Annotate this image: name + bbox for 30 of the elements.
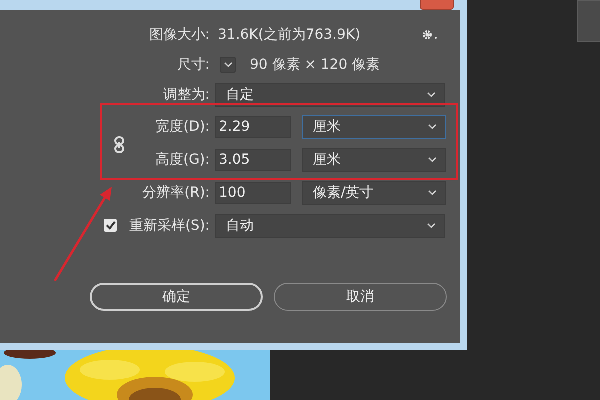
field-label: 高度(G): (154, 150, 210, 168)
input-field[interactable]: 3.05 (215, 148, 291, 170)
resample-label: 重新采样(S): (129, 216, 210, 234)
image-size-label: 图像大小: (148, 26, 210, 44)
dimensions-label: 尺寸: (176, 56, 210, 74)
link-icon (114, 136, 125, 154)
field-label: 宽度(D): (154, 118, 210, 136)
unit-dropdown[interactable]: 厘米 (302, 148, 446, 172)
input-field[interactable]: 2.29 (215, 116, 291, 138)
chevron-icon (428, 156, 437, 162)
chevron-icon (224, 62, 232, 68)
chevron-icon (427, 222, 436, 228)
dimensions-value: 90 像素 × 120 像素 (250, 56, 380, 74)
fit-to-dropdown[interactable]: 自定 (215, 83, 445, 107)
chevron-icon (427, 92, 436, 98)
resample-dropdown[interactable]: 自动 (215, 214, 445, 238)
cancel-button[interactable]: 取消 (274, 283, 447, 311)
unit-dropdown[interactable]: 厘米 (302, 114, 446, 138)
checkbox[interactable] (104, 219, 117, 232)
ok-button[interactable]: 确定 (90, 283, 263, 311)
image-size-value: 31.6K(之前为763.9K) (218, 26, 361, 44)
input-field[interactable]: 100 (215, 182, 291, 204)
chevron-icon (428, 190, 437, 196)
field-label: 分辨率(R): (142, 184, 210, 202)
side-panel (577, 0, 600, 42)
unit-dropdown[interactable]: 像素/英寸 (302, 180, 446, 204)
fit-to-label: 调整为: (162, 86, 210, 104)
gear-icon[interactable] (422, 29, 438, 41)
dimensions-dropdown[interactable] (220, 57, 236, 73)
chevron-icon (428, 124, 437, 130)
